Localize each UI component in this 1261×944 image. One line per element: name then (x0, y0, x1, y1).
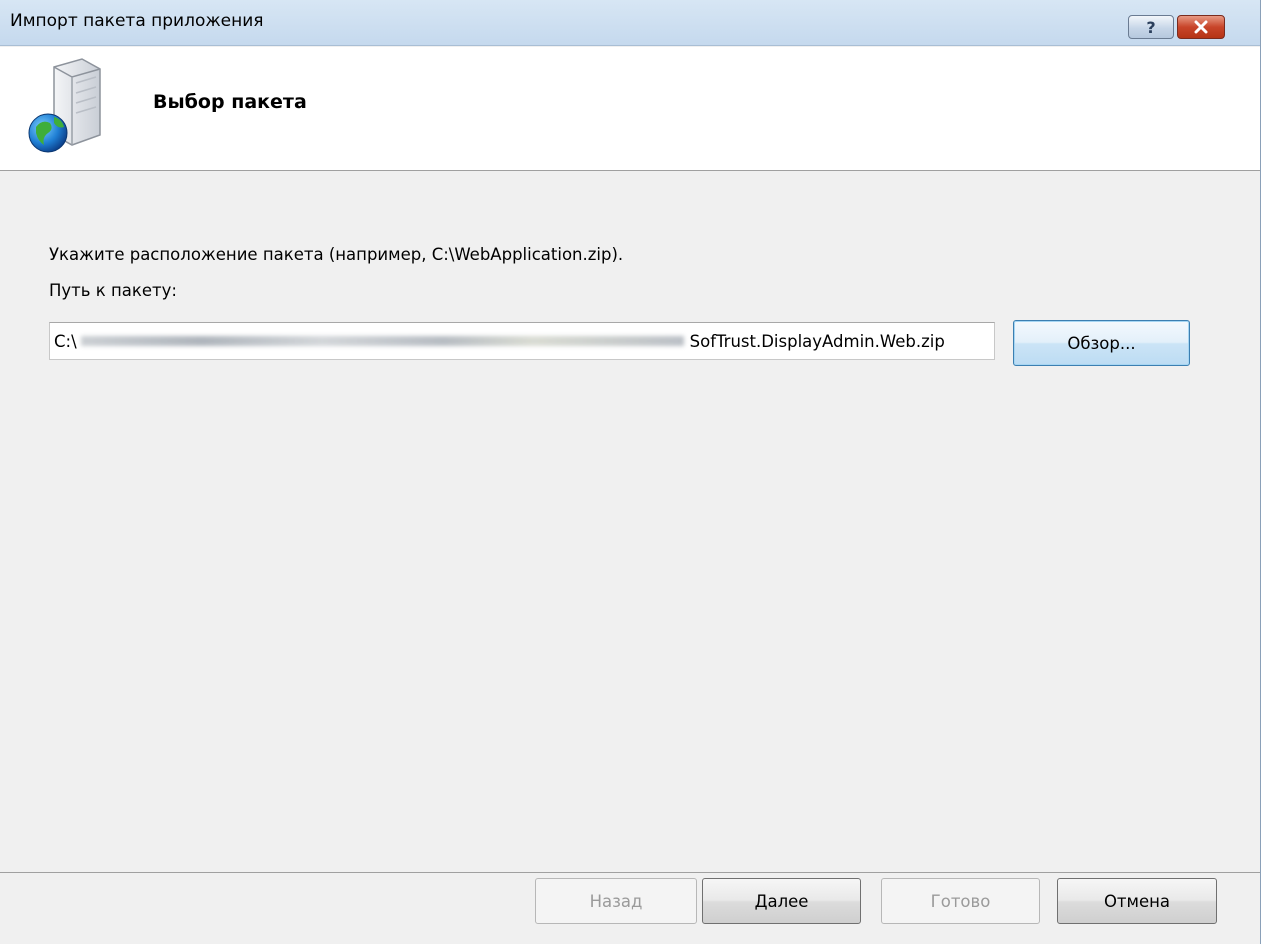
import-package-dialog: Импорт пакета приложения ? Выбор пакета … (0, 0, 1261, 944)
next-button[interactable]: Далее (702, 878, 861, 924)
page-title: Выбор пакета (153, 91, 307, 113)
title-bar[interactable]: Импорт пакета приложения ? (0, 0, 1260, 46)
window-title: Импорт пакета приложения (10, 11, 264, 31)
instruction-text: Укажите расположение пакета (например, C… (49, 245, 624, 264)
redacted-path-segment (80, 336, 684, 346)
browse-button-label: Обзор... (1067, 333, 1136, 353)
cancel-button-label: Отмена (1103, 891, 1171, 911)
next-button-label: Далее (754, 891, 809, 911)
help-icon: ? (1146, 17, 1156, 37)
package-path-input[interactable]: C:\ SofTrust.DisplayAdmin.Web.zip (49, 322, 995, 360)
help-button[interactable]: ? (1128, 15, 1174, 39)
finish-button[interactable]: Готово (881, 878, 1040, 924)
wizard-header: Выбор пакета (0, 47, 1260, 171)
cancel-button[interactable]: Отмена (1057, 878, 1217, 924)
path-prefix: C:\ (54, 331, 77, 351)
browse-button[interactable]: Обзор... (1013, 320, 1190, 366)
back-button[interactable]: Назад (535, 878, 697, 924)
back-button-label: Назад (589, 891, 643, 911)
finish-button-label: Готово (930, 891, 991, 911)
path-label: Путь к пакету: (49, 281, 177, 300)
package-globe-icon (28, 58, 101, 153)
path-suffix: SofTrust.DisplayAdmin.Web.zip (689, 331, 945, 351)
close-button[interactable] (1177, 15, 1225, 39)
close-icon (1194, 20, 1208, 34)
footer-divider (0, 872, 1260, 873)
